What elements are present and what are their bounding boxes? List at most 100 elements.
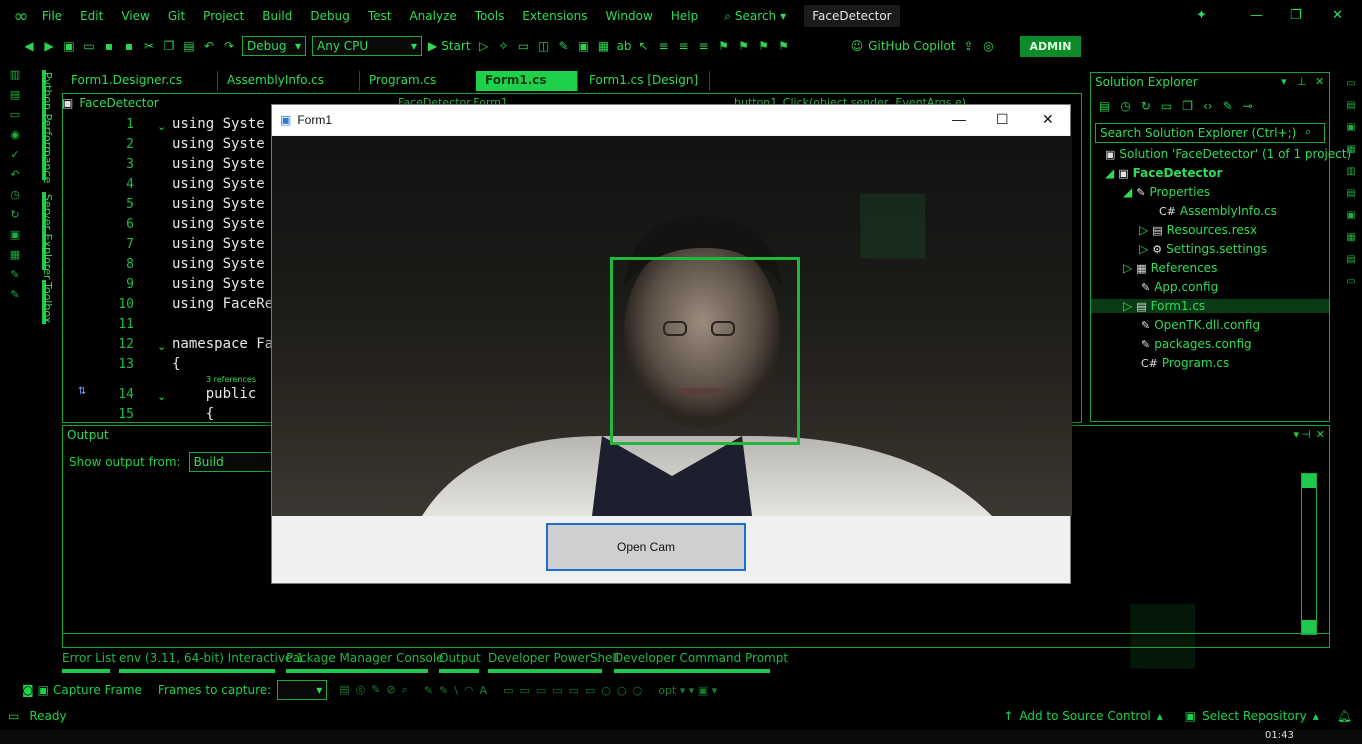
scroll-up-button[interactable]	[1302, 474, 1316, 488]
layout-icon[interactable]: ▦	[597, 39, 611, 53]
forward-icon[interactable]: ▶	[42, 39, 56, 53]
history-icon[interactable]: ◷	[7, 188, 23, 202]
global-search[interactable]: ⌕ Search ▾	[724, 9, 786, 24]
admin-badge[interactable]: ADMIN	[1019, 35, 1082, 57]
data-sources-icon[interactable]: ▤	[1344, 188, 1358, 202]
feedback-icon[interactable]: ✦	[1196, 8, 1207, 23]
close-button[interactable]: ✕	[1042, 111, 1054, 128]
copilot-chat-icon[interactable]: ▭	[1344, 276, 1358, 290]
close-icon[interactable]: ✕	[1316, 428, 1325, 441]
toolbox-icon[interactable]: ▣	[577, 39, 591, 53]
tree-item-project[interactable]: ◢ ▣ FaceDetector	[1105, 166, 1222, 180]
next-bookmark-icon[interactable]: ⚑	[757, 39, 771, 53]
team-explorer-icon[interactable]: ▦	[1344, 144, 1358, 158]
menu-test[interactable]: Test	[368, 9, 392, 23]
add-to-source-control-button[interactable]: ↑ Add to Source Control ▴	[1003, 709, 1162, 723]
debug-icon[interactable]: ◉	[7, 128, 23, 142]
minimize-button[interactable]: —	[952, 111, 966, 127]
menu-help[interactable]: Help	[671, 9, 698, 23]
collapse-icon[interactable]: ⌄	[157, 120, 166, 133]
pin-icon[interactable]: ⊥	[1297, 75, 1307, 88]
menu-git[interactable]: Git	[168, 9, 185, 23]
toolbox-tab[interactable]: Toolbox	[40, 282, 54, 323]
scroll-down-button[interactable]	[1302, 620, 1316, 634]
menu-window[interactable]: Window	[606, 9, 653, 23]
paste-icon[interactable]: ▤	[182, 39, 196, 53]
notifications-icon[interactable]: ▭	[1344, 78, 1358, 92]
inheritance-icon[interactable]: ⇅	[78, 386, 86, 397]
git-changes-icon[interactable]: ▣	[1344, 122, 1358, 136]
notifications-icon[interactable]: 🔔︎	[1337, 709, 1352, 723]
collapse-all-icon[interactable]: ▭	[1161, 99, 1172, 113]
terminal-icon[interactable]: ▭	[7, 108, 23, 122]
collapse-icon[interactable]: ⌄	[157, 390, 166, 403]
collapse-icon[interactable]: ⌄	[157, 340, 166, 353]
new-project-icon[interactable]: ▣	[62, 39, 76, 53]
start-button[interactable]: ▶ Start	[428, 39, 471, 53]
undo-icon[interactable]: ↶	[7, 168, 23, 182]
tree-item-packages-config[interactable]: ✎ packages.config	[1141, 337, 1252, 351]
tab-error-list[interactable]: Error List	[62, 651, 116, 665]
output-vertical-scrollbar[interactable]	[1301, 473, 1317, 635]
code-icon[interactable]: ‹›	[1203, 99, 1213, 113]
clear-bookmarks-icon[interactable]: ⚑	[777, 39, 791, 53]
tab-form1-cs[interactable]: Form1.cs	[476, 71, 578, 91]
chevron-down-icon[interactable]: ▾	[1281, 75, 1287, 88]
tree-item-opentk-config[interactable]: ✎ OpenTK.dll.config	[1141, 318, 1260, 332]
solution-search-input[interactable]: Search Solution Explorer (Ctrl+;)	[1095, 123, 1325, 143]
capture-frame-button[interactable]: ▣ Capture Frame	[38, 683, 142, 697]
menu-file[interactable]: File	[42, 9, 62, 23]
tab-developer-command-prompt[interactable]: Developer Command Prompt	[614, 651, 788, 665]
align-icon[interactable]: ≡	[657, 39, 671, 53]
wrench-icon[interactable]: ✎	[1223, 99, 1233, 113]
copy-icon[interactable]: ❐	[1182, 99, 1193, 113]
tab-developer-powershell[interactable]: Developer PowerShell	[488, 651, 619, 665]
tab-form1-design[interactable]: Form1.cs [Design]	[580, 71, 710, 91]
live-share-icon[interactable]: ▣	[1344, 210, 1358, 224]
restore-button[interactable]: ❐	[1290, 8, 1302, 23]
platform-select[interactable]: Any CPU ▾	[312, 36, 422, 56]
share-icon[interactable]: ⇪	[962, 39, 976, 53]
cut-icon[interactable]: ✂	[142, 39, 156, 53]
references-codelens[interactable]: 3 references	[206, 375, 256, 384]
pin-icon[interactable]: ⊣	[1301, 428, 1311, 441]
folder-icon[interactable]: ▭	[517, 39, 531, 53]
diagnostics-icon[interactable]: ▥	[7, 68, 23, 82]
container-icon[interactable]: ▦	[7, 248, 23, 262]
copy-icon[interactable]: ❐	[162, 39, 176, 53]
resource-view-icon[interactable]: ▦	[1344, 232, 1358, 246]
switch-views-icon[interactable]: ▤	[1099, 99, 1110, 113]
preview-icon[interactable]: ◎	[982, 39, 996, 53]
redo-icon[interactable]: ↷	[222, 39, 236, 53]
check-icon[interactable]: ✓	[7, 148, 23, 162]
frames-to-capture-select[interactable]: ▾	[277, 680, 328, 700]
tree-item-settings[interactable]: ▷ ⚙ Settings.settings	[1139, 242, 1267, 256]
wrench-icon[interactable]: ✎	[7, 268, 23, 282]
image-icon[interactable]: ▣	[7, 228, 23, 242]
menu-project[interactable]: Project	[203, 9, 244, 23]
tree-item-form1[interactable]: ▷ ▤ Form1.cs	[1091, 299, 1329, 313]
tree-item-solution[interactable]: ▣ Solution 'FaceDetector' (1 of 1 project…	[1105, 147, 1351, 161]
undo-icon[interactable]: ↶	[202, 39, 216, 53]
start-without-debugging-icon[interactable]: ▷	[477, 39, 491, 53]
wrench-icon[interactable]: ✎	[557, 39, 571, 53]
tree-item-resources[interactable]: ▷ ▤ Resources.resx	[1139, 223, 1257, 237]
tab-package-manager-console[interactable]: Package Manager Console	[286, 651, 444, 665]
select-repository-button[interactable]: ▣ Select Repository ▴	[1185, 709, 1319, 723]
menu-tools[interactable]: Tools	[475, 9, 505, 23]
minimize-button[interactable]: —	[1250, 8, 1263, 23]
back-icon[interactable]: ◀	[22, 39, 36, 53]
sync-icon[interactable]: ↻	[1141, 99, 1151, 113]
options-icon[interactable]: opt ▾ ▾ ▣ ▾	[658, 684, 717, 697]
server-explorer-tab[interactable]: Server Explorer	[40, 194, 54, 279]
tree-item-program[interactable]: C# Program.cs	[1141, 356, 1229, 370]
tab-output[interactable]: Output	[439, 651, 481, 665]
wrench-icon[interactable]: ✎	[7, 288, 23, 302]
tree-item-assemblyinfo[interactable]: C# AssemblyInfo.cs	[1159, 204, 1277, 218]
pointer-icon[interactable]: ↖	[637, 39, 651, 53]
chevron-down-icon[interactable]: ▾	[1293, 428, 1299, 441]
tree-item-references[interactable]: ▷ ▦ References	[1123, 261, 1217, 275]
graphics-tools-icon[interactable]: ▤◎✎⊘⌕	[339, 683, 414, 697]
bookmark-icon[interactable]: ⚑	[717, 39, 731, 53]
properties-icon[interactable]: ▤	[1344, 100, 1358, 114]
